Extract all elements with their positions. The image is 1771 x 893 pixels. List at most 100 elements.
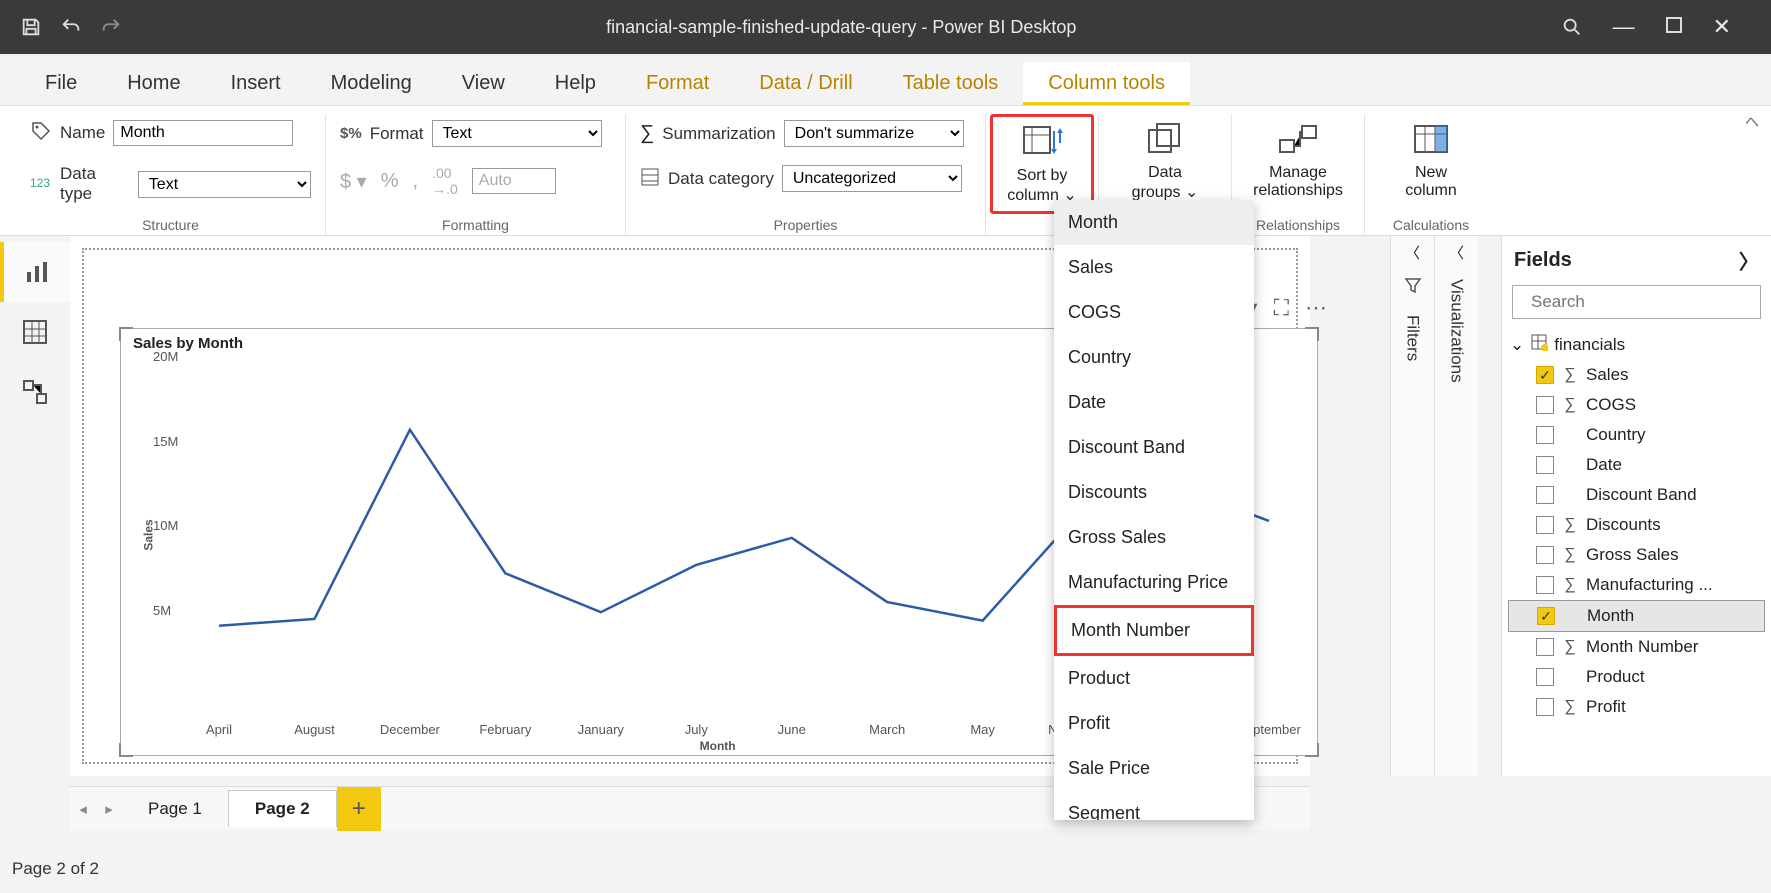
sort-menu-item[interactable]: Sales <box>1054 245 1254 290</box>
tab-format[interactable]: Format <box>621 62 734 105</box>
field-item[interactable]: ∑COGS <box>1508 390 1765 420</box>
datatype-select[interactable]: Text <box>138 171 311 198</box>
sort-menu-item[interactable]: Country <box>1054 335 1254 380</box>
data-view-button[interactable] <box>0 302 70 362</box>
group-relationships-label: Relationships <box>1246 213 1350 235</box>
checkbox-icon[interactable] <box>1536 576 1554 594</box>
page-next-button[interactable]: ▸ <box>96 800 122 818</box>
datatype-label: Data type <box>60 164 130 204</box>
sort-menu-item[interactable]: Date <box>1054 380 1254 425</box>
sort-menu-item[interactable]: Segment <box>1054 791 1254 820</box>
save-icon[interactable] <box>20 16 42 38</box>
page-tab-1[interactable]: Page 1 <box>122 791 228 827</box>
sort-menu-item[interactable]: Month Number <box>1054 605 1254 656</box>
checkbox-icon[interactable] <box>1536 516 1554 534</box>
fields-pane: Fields 〉 ⌄ financials ✓∑Sales∑COGSCountr… <box>1501 236 1771 776</box>
tab-view[interactable]: View <box>437 62 530 105</box>
sort-by-column-button[interactable]: Sort bycolumn ⌄ <box>990 114 1094 214</box>
y-tick: 10M <box>153 518 178 533</box>
checkbox-icon[interactable] <box>1536 668 1554 686</box>
checkbox-icon[interactable] <box>1536 638 1554 656</box>
sigma-icon: ∑ <box>1562 396 1578 414</box>
currency-icon[interactable]: $ ▾ <box>340 169 367 194</box>
model-view-button[interactable] <box>0 362 70 422</box>
minimize-button[interactable]: — <box>1613 14 1635 40</box>
fields-search[interactable] <box>1512 285 1761 319</box>
fields-search-input[interactable] <box>1529 291 1754 313</box>
fields-title: Fields <box>1514 249 1572 272</box>
maximize-button[interactable] <box>1665 16 1683 38</box>
group-properties-label: Properties <box>640 213 971 235</box>
undo-icon[interactable] <box>60 16 82 38</box>
tab-file[interactable]: File <box>20 62 102 105</box>
page-tab-2[interactable]: Page 2 <box>228 790 337 827</box>
field-item[interactable]: ✓Month <box>1508 600 1765 632</box>
sort-menu-item[interactable]: Manufacturing Price <box>1054 560 1254 605</box>
sort-menu-item[interactable]: Product <box>1054 656 1254 701</box>
sort-menu-item[interactable]: Profit <box>1054 701 1254 746</box>
comma-icon[interactable]: , <box>413 170 419 193</box>
visual-focus-icon[interactable]: ⛶ <box>1274 295 1289 321</box>
field-item[interactable]: ∑Discounts <box>1508 510 1765 540</box>
percent-icon[interactable]: % <box>381 170 399 193</box>
sort-menu-item[interactable]: Discounts <box>1054 470 1254 515</box>
expand-right-icon[interactable]: 〉 <box>1739 246 1759 275</box>
field-item[interactable]: Date <box>1508 450 1765 480</box>
tab-home[interactable]: Home <box>102 62 205 105</box>
checkbox-icon[interactable] <box>1536 546 1554 564</box>
checkbox-icon[interactable] <box>1536 426 1554 444</box>
format-select[interactable]: Text <box>432 120 602 147</box>
redo-icon[interactable] <box>100 16 122 38</box>
tab-data-drill[interactable]: Data / Drill <box>734 62 877 105</box>
field-item[interactable]: ∑Manufacturing ... <box>1508 570 1765 600</box>
report-view-button[interactable] <box>0 242 70 302</box>
manage-relationships-button[interactable]: Managerelationships <box>1246 114 1350 206</box>
tab-insert[interactable]: Insert <box>206 62 306 105</box>
name-input[interactable] <box>113 120 293 146</box>
sort-menu-item[interactable]: COGS <box>1054 290 1254 335</box>
sort-menu-item[interactable]: Month <box>1054 200 1254 245</box>
decimal-icon[interactable]: .00→.0 <box>432 165 458 197</box>
sort-menu-item[interactable]: Sale Price <box>1054 746 1254 791</box>
visual-more-icon[interactable]: ⋯ <box>1305 295 1327 321</box>
checkbox-icon[interactable] <box>1536 396 1554 414</box>
tab-modeling[interactable]: Modeling <box>306 62 437 105</box>
sort-menu-item[interactable]: Gross Sales <box>1054 515 1254 560</box>
field-item[interactable]: ∑Month Number <box>1508 632 1765 662</box>
filters-pane-collapsed[interactable]: 〈 Filters <box>1390 236 1434 776</box>
x-tick: July <box>685 722 708 737</box>
x-tick: February <box>479 722 531 737</box>
tab-column-tools[interactable]: Column tools <box>1023 62 1190 105</box>
add-page-button[interactable]: + <box>337 787 381 831</box>
expand-left-icon[interactable]: 〈 <box>1449 242 1464 263</box>
field-item[interactable]: Product <box>1508 662 1765 692</box>
field-item[interactable]: Discount Band <box>1508 480 1765 510</box>
title-bar: financial-sample-finished-update-query -… <box>0 0 1771 54</box>
field-item[interactable]: ∑Gross Sales <box>1508 540 1765 570</box>
field-item[interactable]: ∑Profit <box>1508 692 1765 722</box>
ribbon-collapse-button[interactable]: へ <box>1745 112 1759 132</box>
data-groups-button[interactable]: Datagroups ⌄ <box>1113 114 1217 208</box>
summarization-select[interactable]: Don't summarize <box>784 120 964 147</box>
checkbox-icon[interactable] <box>1536 698 1554 716</box>
tab-help[interactable]: Help <box>530 62 621 105</box>
page-prev-button[interactable]: ◂ <box>70 800 96 818</box>
checkbox-icon[interactable]: ✓ <box>1537 607 1555 625</box>
field-item[interactable]: ✓∑Sales <box>1508 360 1765 390</box>
field-item[interactable]: Country <box>1508 420 1765 450</box>
expand-left-icon[interactable]: 〈 <box>1405 242 1420 263</box>
checkbox-icon[interactable] <box>1536 486 1554 504</box>
fields-table-node[interactable]: ⌄ financials <box>1508 329 1765 360</box>
search-icon[interactable] <box>1561 16 1583 38</box>
field-name: Discount Band <box>1586 485 1697 505</box>
ribbon-tabs: File Home Insert Modeling View Help Form… <box>0 54 1771 106</box>
sort-menu-item[interactable]: Discount Band <box>1054 425 1254 470</box>
checkbox-icon[interactable]: ✓ <box>1536 366 1554 384</box>
checkbox-icon[interactable] <box>1536 456 1554 474</box>
table-name: financials <box>1554 335 1625 355</box>
new-column-button[interactable]: Newcolumn <box>1379 114 1483 206</box>
close-button[interactable]: ✕ <box>1713 14 1731 40</box>
category-select[interactable]: Uncategorized <box>782 165 962 192</box>
visualizations-pane-collapsed[interactable]: 〈 Visualizations <box>1434 236 1478 776</box>
tab-table-tools[interactable]: Table tools <box>878 62 1024 105</box>
